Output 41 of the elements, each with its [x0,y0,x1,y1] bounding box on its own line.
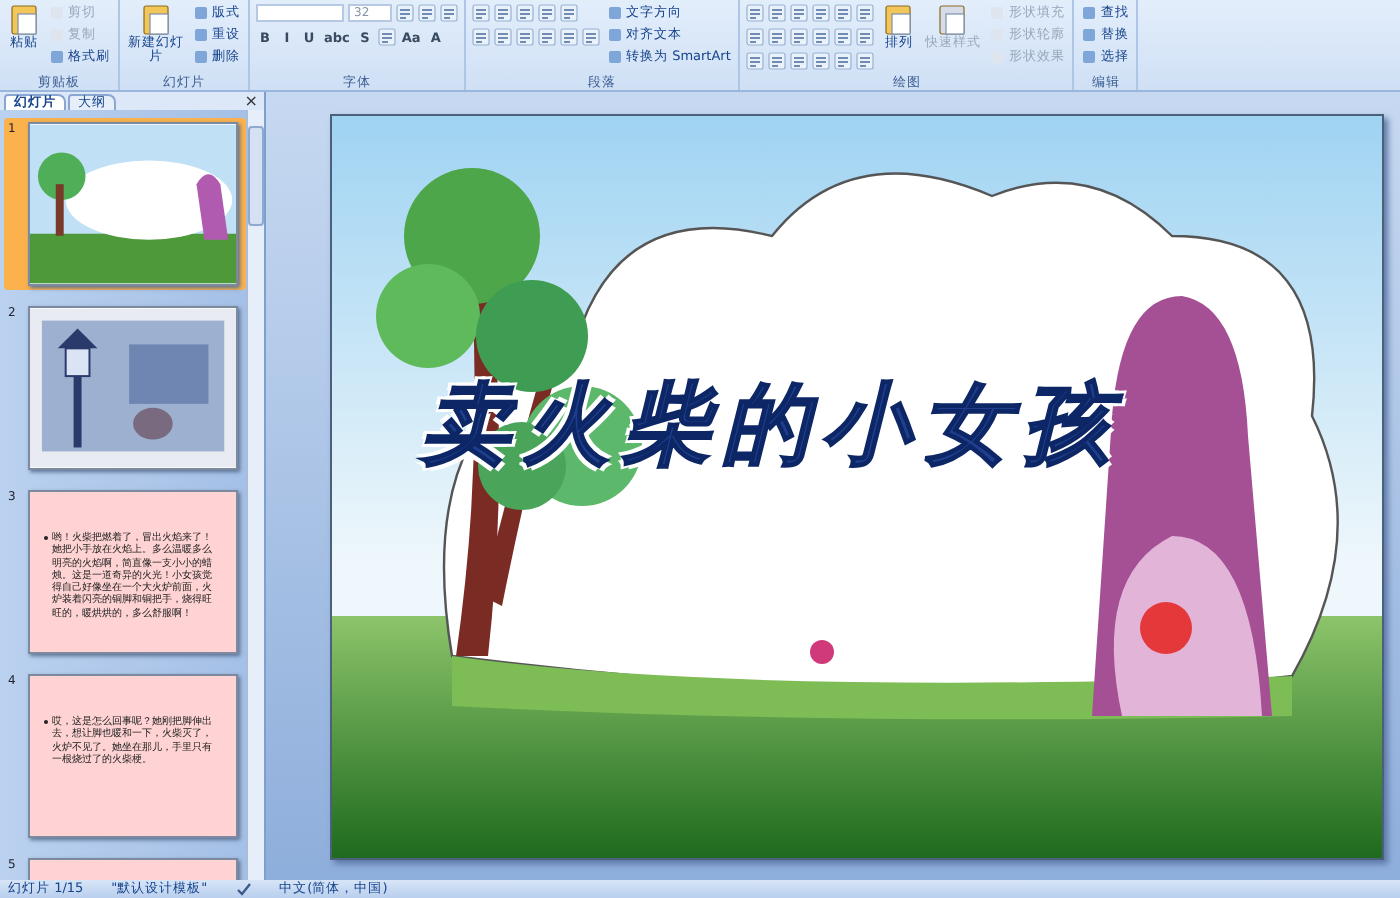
toolbar-icon[interactable] [812,52,831,70]
toolbar-icon[interactable] [790,28,809,46]
toolbar-icon[interactable] [856,52,875,70]
toolbar-icon[interactable] [834,52,853,70]
toolbar-icon[interactable] [472,4,490,22]
toolbar-icon[interactable] [834,28,853,46]
toolbar-icon[interactable] [834,4,853,22]
toolbar-icon[interactable] [768,52,787,70]
toolbar-icon[interactable] [746,28,765,46]
toolbar-icon[interactable] [560,28,578,46]
toolbar-icon[interactable] [768,28,787,46]
toolbar-icon[interactable] [418,4,436,22]
close-button[interactable]: × [244,94,258,110]
toolbar-icon[interactable] [494,28,512,46]
toolbar-icon[interactable] [746,4,765,22]
toolbar-icon[interactable] [472,28,490,46]
toolbar-icon[interactable] [812,4,831,22]
ribbon-icon [8,4,40,36]
ribbon-icon [882,4,915,36]
toolbar-icon[interactable] [396,4,414,22]
spellcheck-icon[interactable] [235,882,252,896]
toolbar-icon[interactable] [790,4,809,22]
toolbar-icon[interactable] [538,4,556,22]
toolbar-icon[interactable] [560,4,578,22]
toolbar-icon[interactable] [494,4,512,22]
ribbon-icon [140,4,172,36]
toolbar-icon[interactable] [856,28,875,46]
toolbar-icon[interactable] [516,28,534,46]
toolbar-icon[interactable] [856,4,875,22]
toolbar-icon[interactable] [746,52,765,70]
font-name-field[interactable] [256,4,344,22]
toolbar-icon[interactable] [812,28,831,46]
toolbar-icon[interactable] [377,28,396,46]
toolbar-icon[interactable] [768,4,787,22]
scrollbar[interactable] [246,110,264,880]
toolbar-icon[interactable] [582,28,600,46]
toolbar-icon[interactable] [790,52,809,70]
toolbar-icon[interactable] [538,28,556,46]
toolbar-icon[interactable] [440,4,458,22]
toolbar-icon[interactable] [516,4,534,22]
ribbon-icon [936,4,969,36]
